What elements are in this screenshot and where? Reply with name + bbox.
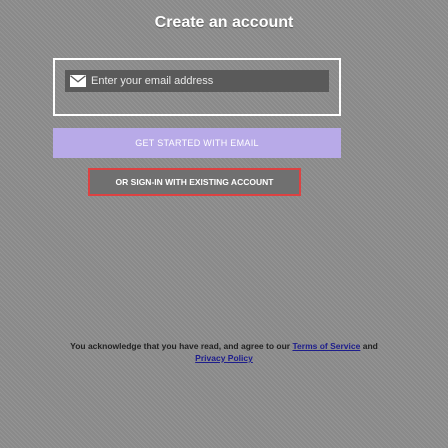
legal-notice: You acknowledge that you have read, and … xyxy=(8,340,440,364)
email-field[interactable] xyxy=(65,70,329,92)
email-input[interactable] xyxy=(91,70,329,92)
legal-prefix: You acknowledge that you have read, and … xyxy=(70,341,293,351)
legal-conjunction: and xyxy=(360,341,378,351)
page-title: Create an account xyxy=(154,14,294,31)
sign-in-existing-account-button[interactable]: OR SIGN-IN WITH EXISTING ACCOUNT xyxy=(88,168,301,196)
email-form-container xyxy=(53,58,341,116)
privacy-policy-link[interactable]: Privacy Policy xyxy=(195,353,253,363)
get-started-with-email-button[interactable]: GET STARTED WITH EMAIL xyxy=(53,128,341,158)
create-account-page: { "header": { "title": "Create an accoun… xyxy=(0,0,448,448)
mail-icon xyxy=(65,70,91,92)
terms-of-service-link[interactable]: Terms of Service xyxy=(292,341,360,351)
mail-icon-graphic xyxy=(70,75,86,87)
